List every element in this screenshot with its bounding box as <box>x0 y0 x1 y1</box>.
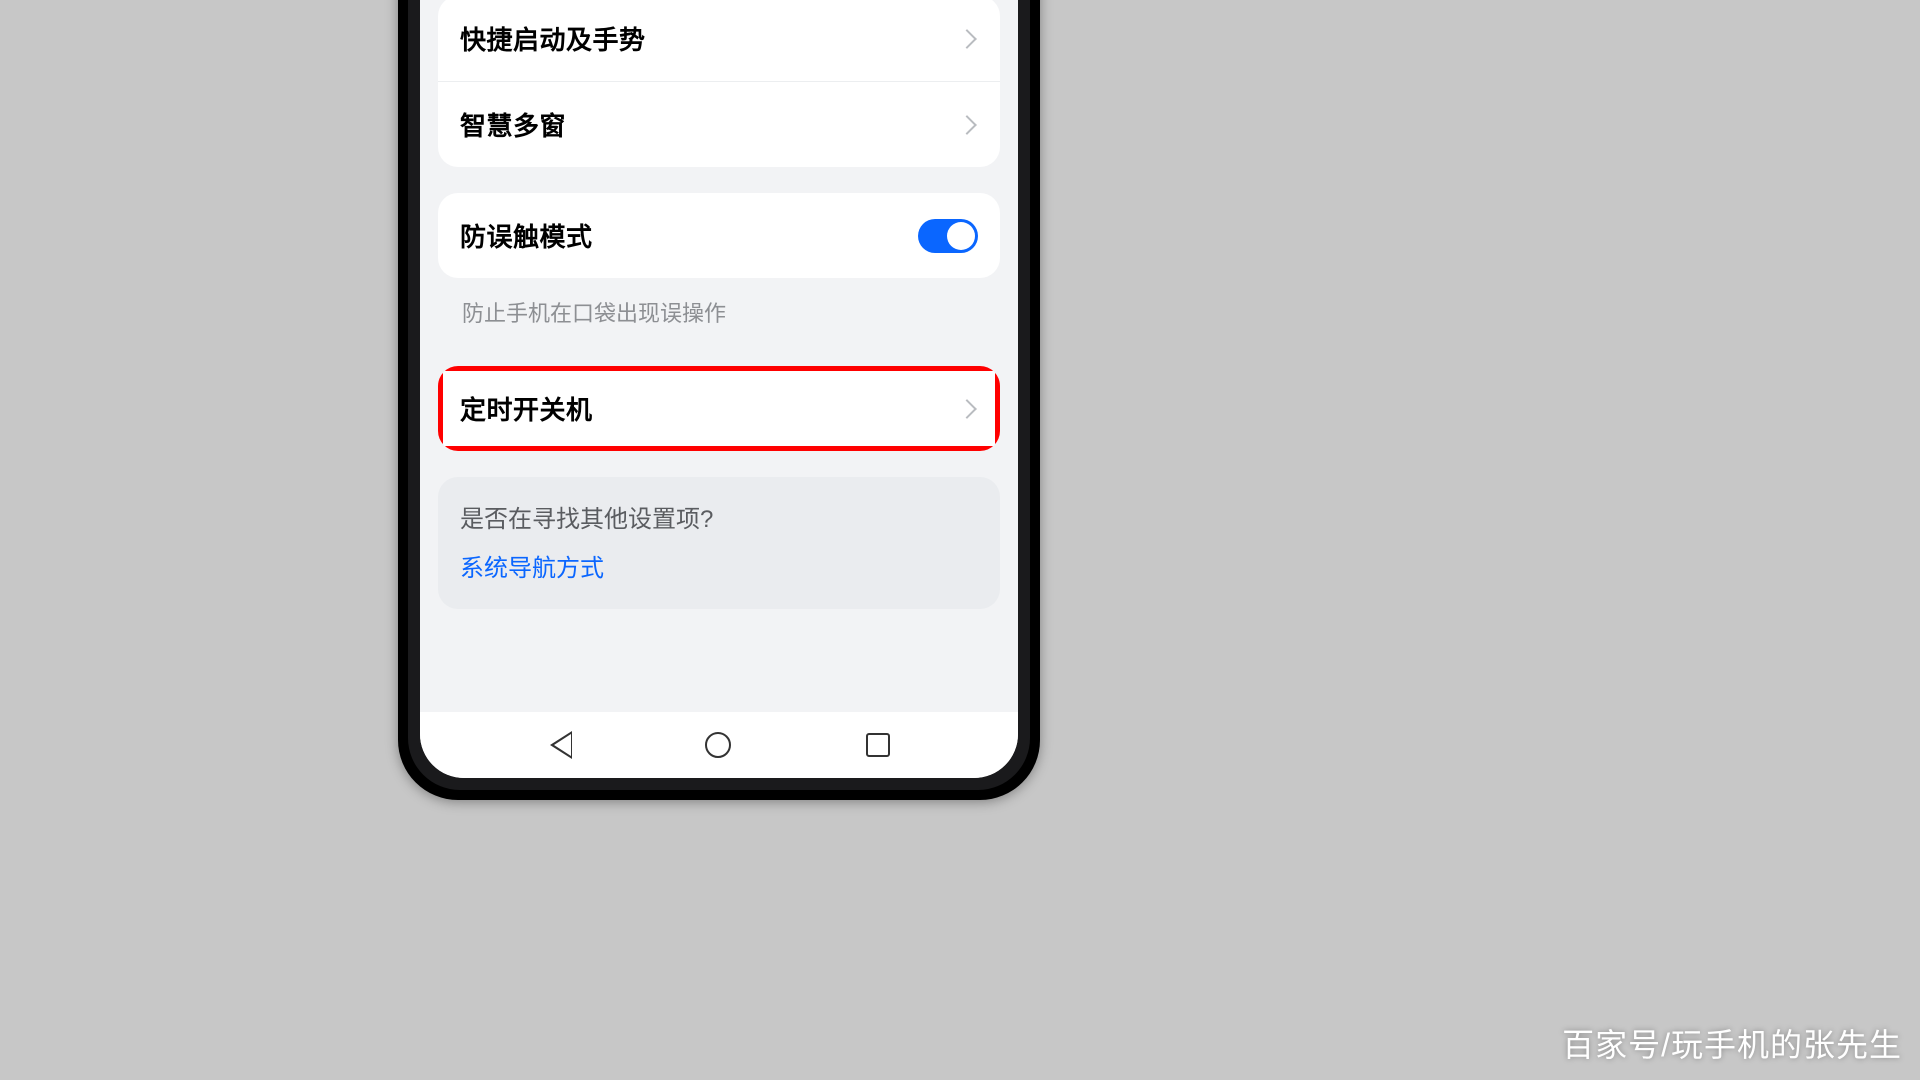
chevron-right-icon <box>957 399 977 419</box>
phone-bezel: 快捷启动及手势 智慧多窗 防误触模式 <box>408 0 1030 790</box>
settings-card-gestures: 快捷启动及手势 智慧多窗 <box>438 0 1000 167</box>
row-label: 快捷启动及手势 <box>460 20 646 57</box>
system-nav-bar <box>420 712 1018 778</box>
nav-back-icon[interactable] <box>548 731 570 759</box>
row-mistouch-mode[interactable]: 防误触模式 <box>438 193 1000 278</box>
row-label: 防误触模式 <box>460 217 593 254</box>
mistouch-helper-text: 防止手机在口袋出现误操作 <box>438 292 1000 348</box>
phone-screen: 快捷启动及手势 智慧多窗 防误触模式 <box>420 0 1018 778</box>
suggestion-link-system-navigation[interactable]: 系统导航方式 <box>460 548 978 583</box>
image-watermark: 百家号/玩手机的张先生 <box>1562 1020 1902 1066</box>
suggestion-question: 是否在寻找其他设置项? <box>460 499 978 534</box>
settings-card-scheduled-power: 定时开关机 <box>438 366 1000 451</box>
mistouch-toggle[interactable] <box>918 219 978 253</box>
toggle-knob <box>947 222 975 250</box>
row-label: 智慧多窗 <box>460 106 566 143</box>
settings-scroll-content: 快捷启动及手势 智慧多窗 防误触模式 <box>420 0 1018 609</box>
phone-frame: 快捷启动及手势 智慧多窗 防误触模式 <box>398 0 1040 800</box>
suggestion-card: 是否在寻找其他设置项? 系统导航方式 <box>438 477 1000 609</box>
row-label: 定时开关机 <box>460 390 593 427</box>
chevron-right-icon <box>957 115 977 135</box>
row-scheduled-power[interactable]: 定时开关机 <box>438 366 1000 451</box>
settings-card-mistouch: 防误触模式 <box>438 193 1000 278</box>
row-smart-multiwindow[interactable]: 智慧多窗 <box>438 81 1000 167</box>
nav-home-icon[interactable] <box>705 732 731 758</box>
row-shortcut-gestures[interactable]: 快捷启动及手势 <box>438 0 1000 81</box>
nav-recent-icon[interactable] <box>866 733 890 757</box>
chevron-right-icon <box>957 29 977 49</box>
